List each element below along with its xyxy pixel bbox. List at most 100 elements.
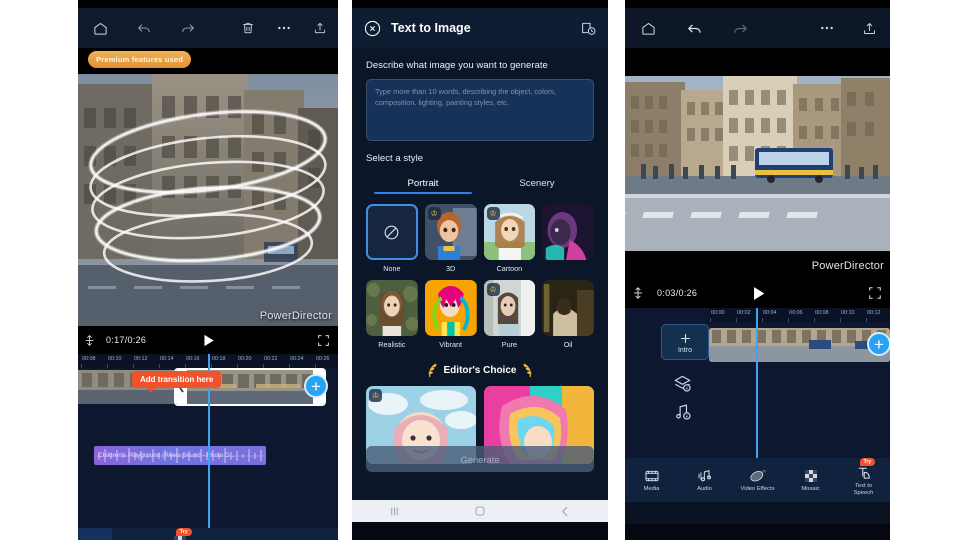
generate-button[interactable]: Generate bbox=[366, 446, 594, 472]
style-label-3d: 3D bbox=[446, 264, 456, 273]
fullscreen-icon[interactable] bbox=[317, 334, 330, 347]
premium-crown-icon: ♔ bbox=[486, 283, 500, 296]
intro-button[interactable]: Intro bbox=[661, 324, 709, 360]
undo-icon[interactable] bbox=[671, 20, 717, 37]
premium-features-badge[interactable]: Premium features used bbox=[88, 51, 192, 68]
home-icon[interactable] bbox=[625, 21, 671, 36]
overlay-track-icon[interactable] bbox=[673, 374, 692, 393]
ruler-tick bbox=[736, 318, 737, 322]
fullscreen-icon[interactable] bbox=[868, 286, 882, 300]
toolbar-item-text-to-speech[interactable]: Try Text to Speech bbox=[837, 458, 890, 502]
play-button[interactable] bbox=[200, 332, 217, 349]
phone-panel-editor-2: PowerDirector 0:03/0:26 00:00 00:02 00:04 0… bbox=[625, 0, 890, 540]
ruler-tick bbox=[710, 318, 711, 322]
ruler-tick-label: 00:18 bbox=[212, 356, 226, 362]
style-item-cartoon[interactable]: ♔ Cartoon bbox=[483, 204, 536, 273]
toolbar-item-split[interactable]: Split bbox=[112, 528, 157, 540]
toolbar-item-label: Media bbox=[643, 485, 660, 492]
play-button[interactable] bbox=[748, 284, 767, 303]
playhead[interactable] bbox=[756, 308, 758, 458]
home-icon[interactable] bbox=[78, 21, 122, 36]
preview-player[interactable]: PowerDirector bbox=[625, 48, 890, 278]
add-clip-button[interactable]: + bbox=[304, 374, 328, 398]
editors-choice-title: Editor's Choice bbox=[443, 365, 517, 376]
home-icon[interactable] bbox=[474, 505, 486, 517]
laurel-left-icon bbox=[427, 363, 436, 377]
ruler-tick-label: 00:06 bbox=[789, 310, 803, 316]
back-icon[interactable] bbox=[559, 505, 572, 518]
toolbar-item-label: Text to Speech bbox=[853, 482, 874, 496]
style-item-partial-1[interactable] bbox=[542, 204, 594, 273]
export-icon[interactable] bbox=[302, 21, 338, 35]
style-item-3d[interactable]: ♔ 3D bbox=[424, 204, 477, 273]
style-thumb-vibrant bbox=[424, 280, 477, 336]
tab-scenery[interactable]: Scenery bbox=[480, 178, 594, 194]
toolbar-item-transition[interactable]: Transition bbox=[202, 528, 247, 540]
text-to-image-sheet: Text to Image Describe what image you wa… bbox=[352, 8, 608, 500]
video-track[interactable]: + bbox=[709, 328, 890, 362]
premium-crown-icon: ♔ bbox=[369, 389, 382, 402]
close-icon[interactable] bbox=[364, 20, 381, 37]
premium-crown-icon: ♔ bbox=[486, 207, 500, 220]
preview-player[interactable]: PowerDirector bbox=[78, 74, 338, 326]
video-clip-main[interactable] bbox=[709, 328, 890, 362]
ruler-tick bbox=[107, 364, 108, 368]
timeline-panel3[interactable]: 00:00 00:02 00:04 00:06 00:08 00:10 00:12 Intr… bbox=[625, 308, 890, 458]
style-label-cartoon: Cartoon bbox=[496, 264, 523, 273]
style-thumb-cartoon: ♔ bbox=[483, 204, 536, 260]
audio-track-icon[interactable] bbox=[673, 402, 692, 421]
ruler-tick-label: 00:12 bbox=[134, 356, 148, 362]
toolbar-back-button[interactable] bbox=[78, 528, 112, 540]
toolbar-item-ai-effect[interactable]: AIAI Effect bbox=[248, 528, 293, 540]
toolbar-item-mosaic[interactable]: Mosaic bbox=[784, 458, 837, 502]
style-item-pure[interactable]: ♔ Pure bbox=[483, 280, 536, 349]
status-bar bbox=[78, 0, 338, 8]
more-icon[interactable] bbox=[266, 20, 302, 36]
undo-icon[interactable] bbox=[122, 20, 166, 36]
toolbar-item-media[interactable]: Media bbox=[625, 458, 678, 502]
style-thumb-pure: ♔ bbox=[483, 280, 536, 336]
toolbar-item-video-effects[interactable]: FX Video Effects bbox=[731, 458, 784, 502]
style-label-vibrant: Vibrant bbox=[439, 340, 462, 349]
panel3-navbar bbox=[625, 502, 890, 524]
style-item-vibrant[interactable]: Vibrant bbox=[424, 280, 477, 349]
style-item-realistic[interactable]: Realistic bbox=[366, 280, 418, 349]
phone-panel-editor: Premium features used PowerDirector 0:17… bbox=[78, 0, 338, 540]
ruler-tick bbox=[762, 318, 763, 322]
timeline-panel1[interactable]: 00:08 00:10 00:12 00:14 00:16 00:18 00:20 00:22… bbox=[78, 354, 338, 528]
style-item-oil[interactable]: Oil bbox=[542, 280, 594, 349]
add-clip-button[interactable]: + bbox=[867, 332, 890, 356]
style-grid: None ♔ 3D ♔ Cartoon Realistic Vibrant ♔ … bbox=[366, 204, 594, 349]
style-thumb-realistic bbox=[366, 280, 418, 336]
tab-portrait-label: Portrait bbox=[407, 178, 439, 189]
ruler-tick bbox=[788, 318, 789, 322]
ruler-tick-label: 00:08 bbox=[815, 310, 829, 316]
timecode: 0:03/0:26 bbox=[657, 288, 698, 298]
ruler-tick-label: 00:24 bbox=[290, 356, 304, 362]
redo-icon[interactable] bbox=[166, 20, 210, 36]
toolbar-item-label: Audio bbox=[697, 485, 712, 492]
audio-clip[interactable]: Children's Playground (Reels Sound - Pho… bbox=[94, 446, 266, 465]
timeline-ruler[interactable]: 00:00 00:02 00:04 00:06 00:08 00:10 00:12 bbox=[709, 308, 890, 322]
more-icon[interactable] bbox=[806, 20, 848, 36]
redo-icon[interactable] bbox=[717, 20, 763, 37]
toolbar-item-auto-mosaic[interactable]: TryAutoMosaic bbox=[157, 528, 202, 540]
transition-tooltip[interactable]: Add transition here bbox=[132, 371, 222, 392]
tab-portrait[interactable]: Portrait bbox=[366, 178, 480, 194]
export-icon[interactable] bbox=[848, 21, 890, 36]
audio-icon bbox=[697, 468, 713, 484]
panel3-topbar bbox=[625, 8, 890, 48]
toolbar-item-cutout[interactable]: Cutout bbox=[293, 528, 338, 540]
history-icon[interactable] bbox=[580, 20, 596, 36]
intro-label: Intro bbox=[677, 346, 692, 354]
trash-icon[interactable] bbox=[230, 21, 266, 35]
recents-icon[interactable] bbox=[388, 505, 401, 518]
style-label-oil: Oil bbox=[563, 340, 573, 349]
zoom-fit-icon[interactable] bbox=[625, 286, 651, 300]
style-item-none[interactable]: None bbox=[366, 204, 418, 273]
style-label-realistic: Realistic bbox=[378, 340, 406, 349]
toolbar-item-audio[interactable]: Audio bbox=[678, 458, 731, 502]
prompt-input[interactable]: Type more than 10 words, describing the … bbox=[366, 79, 594, 141]
preview-video-frame bbox=[625, 76, 890, 251]
zoom-fit-icon[interactable] bbox=[78, 334, 100, 347]
